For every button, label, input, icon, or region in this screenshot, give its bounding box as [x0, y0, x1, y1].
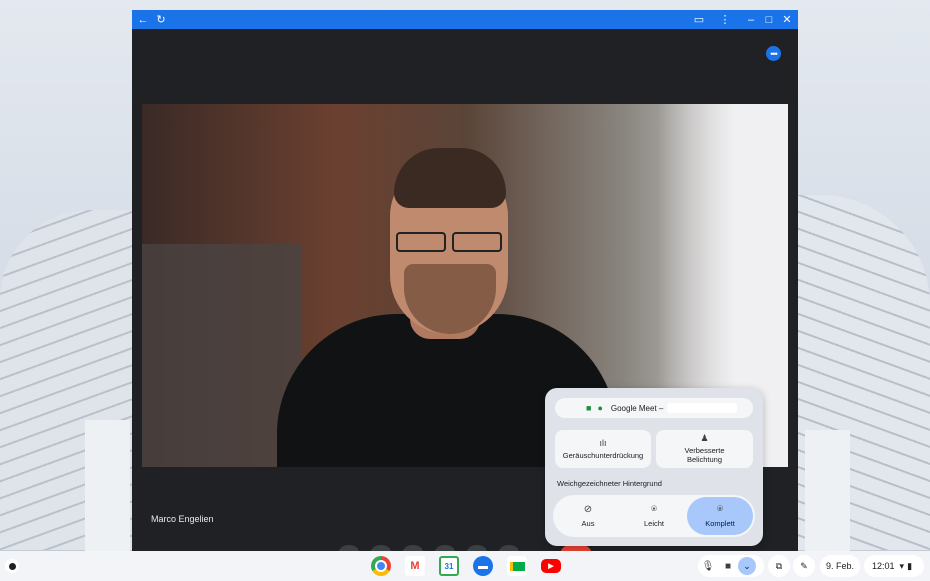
- app-name: Google Meet –: [610, 403, 664, 413]
- launcher-button[interactable]: [5, 559, 19, 573]
- person-glasses: [396, 232, 504, 252]
- participant-name: Marco Engelien: [151, 514, 214, 524]
- wallpaper-pillar-left: [85, 420, 130, 551]
- camera-icon: ■: [586, 403, 592, 413]
- back-arrow-icon[interactable]: ←: [134, 10, 152, 29]
- person-blur-full-icon: ⍟: [717, 504, 723, 515]
- tote-button[interactable]: ⧉: [768, 555, 790, 577]
- clock-time: 12:01: [872, 561, 895, 571]
- person-hair: [394, 148, 506, 208]
- shelf: M 31 ▬ ▶ 🎙 ■ ⌄ ⧉ ✎ 9. Feb. 12:01 ▾ ▮: [0, 551, 930, 581]
- blur-option-light-label: Leicht: [643, 519, 664, 528]
- stylus-button[interactable]: ✎: [793, 555, 815, 577]
- chrome-icon[interactable]: [371, 556, 391, 576]
- person-blur-light-icon: ⍟: [651, 504, 657, 515]
- blur-option-off[interactable]: ⊘ Aus: [555, 497, 621, 535]
- camera-icon[interactable]: ■: [718, 561, 738, 572]
- background-blur-selector: ⊘ Aus ⍟ Leicht ⍟ Komplett: [553, 495, 755, 537]
- microphone-icon[interactable]: 🎙: [698, 561, 718, 572]
- wallpaper-pillar-right: [805, 430, 850, 551]
- chevron-down-icon[interactable]: ⌄: [738, 557, 756, 575]
- minimize-icon[interactable]: –: [742, 10, 760, 29]
- youtube-icon[interactable]: ▶: [541, 559, 561, 573]
- wifi-icon: ▾: [899, 560, 905, 571]
- kebab-menu-icon[interactable]: ⋮: [716, 10, 734, 29]
- date-tray[interactable]: 9. Feb.: [820, 555, 860, 577]
- blur-option-full-label: Komplett: [705, 519, 735, 528]
- blur-option-full[interactable]: ⍟ Komplett: [687, 497, 753, 535]
- messages-icon[interactable]: ▬: [473, 556, 493, 576]
- redacted-title: [667, 403, 738, 413]
- close-icon[interactable]: ✕: [778, 10, 796, 29]
- more-options-button[interactable]: •••: [766, 46, 781, 61]
- microphone-icon: ●: [597, 403, 603, 413]
- window-titlebar: ← ↻ ▭ ⋮ – □ ✕: [132, 10, 798, 29]
- blur-option-off-label: Aus: [581, 519, 595, 528]
- noise-suppression-toggle[interactable]: ılı Geräuschunterdrückung: [555, 430, 651, 468]
- date-text: 9. Feb.: [825, 561, 854, 571]
- noise-suppression-label: Geräuschunterdrückung: [562, 450, 644, 460]
- blur-option-light[interactable]: ⍟ Leicht: [621, 497, 687, 535]
- calendar-icon[interactable]: 31: [439, 556, 459, 576]
- status-area[interactable]: 12:01 ▾ ▮: [864, 555, 924, 577]
- vc-tray: 🎙 ■ ⌄: [698, 555, 764, 577]
- vc-controls-popup: ■ ● Google Meet – ılı Geräuschunterdrück…: [545, 388, 763, 546]
- holding-space-icon: ⧉: [775, 560, 783, 571]
- meet-icon[interactable]: [507, 556, 527, 576]
- camera-indicator-icon[interactable]: ▭: [690, 10, 708, 29]
- background-blur-heading: Weichgezeichneter Hintergrund: [557, 479, 662, 488]
- noise-suppression-icon: ılı: [599, 437, 607, 448]
- improved-lighting-label: Verbesserte Belichtung: [684, 446, 725, 464]
- active-app-row[interactable]: ■ ● Google Meet –: [555, 398, 753, 418]
- pen-icon: ✎: [800, 560, 808, 571]
- person-light-icon: ♟: [700, 433, 709, 443]
- maximize-icon[interactable]: □: [760, 10, 778, 29]
- reload-icon[interactable]: ↻: [152, 10, 170, 29]
- battery-icon: ▮: [907, 560, 913, 571]
- gmail-icon[interactable]: M: [405, 556, 425, 576]
- improved-lighting-toggle[interactable]: ♟ Verbesserte Belichtung: [656, 430, 753, 468]
- block-icon: ⊘: [583, 504, 593, 515]
